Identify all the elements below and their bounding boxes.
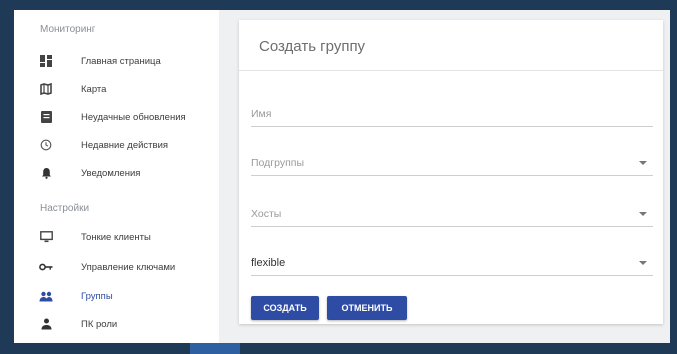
key-icon <box>38 259 54 275</box>
sidebar-item-failed-updates[interactable]: Неудачные обновления <box>14 104 219 130</box>
chevron-down-icon <box>639 212 647 216</box>
page-title: Создать группу <box>259 38 366 55</box>
bell-icon <box>38 165 54 181</box>
create-button[interactable]: СОЗДАТЬ <box>251 296 319 320</box>
sidebar: Мониторинг Главная страница Карта Неудач… <box>14 10 219 343</box>
create-group-card: Создать группу Имя Подгруппы Хосты flexi… <box>239 20 663 324</box>
subgroups-placeholder: Подгруппы <box>251 157 305 169</box>
sidebar-item-label: Тонкие клиенты <box>81 231 151 243</box>
sidebar-item-recent-actions[interactable]: Недавние действия <box>14 132 219 158</box>
subgroups-select[interactable]: Подгруппы <box>251 145 653 176</box>
sidebar-item-label: Главная страница <box>81 55 161 67</box>
failed-updates-icon <box>38 109 54 125</box>
sidebar-item-pc-roles[interactable]: ПК роли <box>14 311 219 337</box>
sidebar-item-label: Группы <box>81 290 113 302</box>
chevron-down-icon <box>639 161 647 165</box>
profile-select[interactable]: flexible <box>251 245 653 276</box>
app-frame: Мониторинг Главная страница Карта Неудач… <box>14 10 670 343</box>
map-icon <box>38 81 54 97</box>
chevron-down-icon <box>639 261 647 265</box>
sidebar-item-label: Неудачные обновления <box>81 111 186 123</box>
hosts-placeholder: Хосты <box>251 208 282 220</box>
person-icon <box>38 316 54 332</box>
history-icon <box>38 137 54 153</box>
sidebar-item-label: Уведомления <box>81 167 141 179</box>
name-input[interactable]: Имя <box>251 96 653 127</box>
sidebar-item-label: Управление ключами <box>81 261 176 273</box>
profile-value: flexible <box>251 257 286 269</box>
sidebar-item-notifications[interactable]: Уведомления <box>14 160 219 186</box>
sidebar-item-home[interactable]: Главная страница <box>14 48 219 74</box>
section-title-monitoring: Мониторинг <box>40 24 96 35</box>
taskbar-strip <box>190 343 240 354</box>
sidebar-item-map[interactable]: Карта <box>14 76 219 102</box>
sidebar-item-label: ПК роли <box>81 318 118 330</box>
name-placeholder: Имя <box>251 108 272 120</box>
divider <box>239 70 663 71</box>
hosts-select[interactable]: Хосты <box>251 196 653 227</box>
sidebar-item-key-management[interactable]: Управление ключами <box>14 254 219 280</box>
sidebar-item-label: Карта <box>81 83 107 95</box>
cancel-button[interactable]: ОТМЕНИТЬ <box>327 296 407 320</box>
monitor-icon <box>38 229 54 245</box>
sidebar-item-thin-clients[interactable]: Тонкие клиенты <box>14 224 219 250</box>
dashboard-icon <box>38 53 54 69</box>
group-icon <box>38 288 54 304</box>
sidebar-item-groups[interactable]: Группы <box>14 283 219 309</box>
sidebar-item-label: Недавние действия <box>81 139 169 151</box>
section-title-settings: Настройки <box>40 203 90 214</box>
